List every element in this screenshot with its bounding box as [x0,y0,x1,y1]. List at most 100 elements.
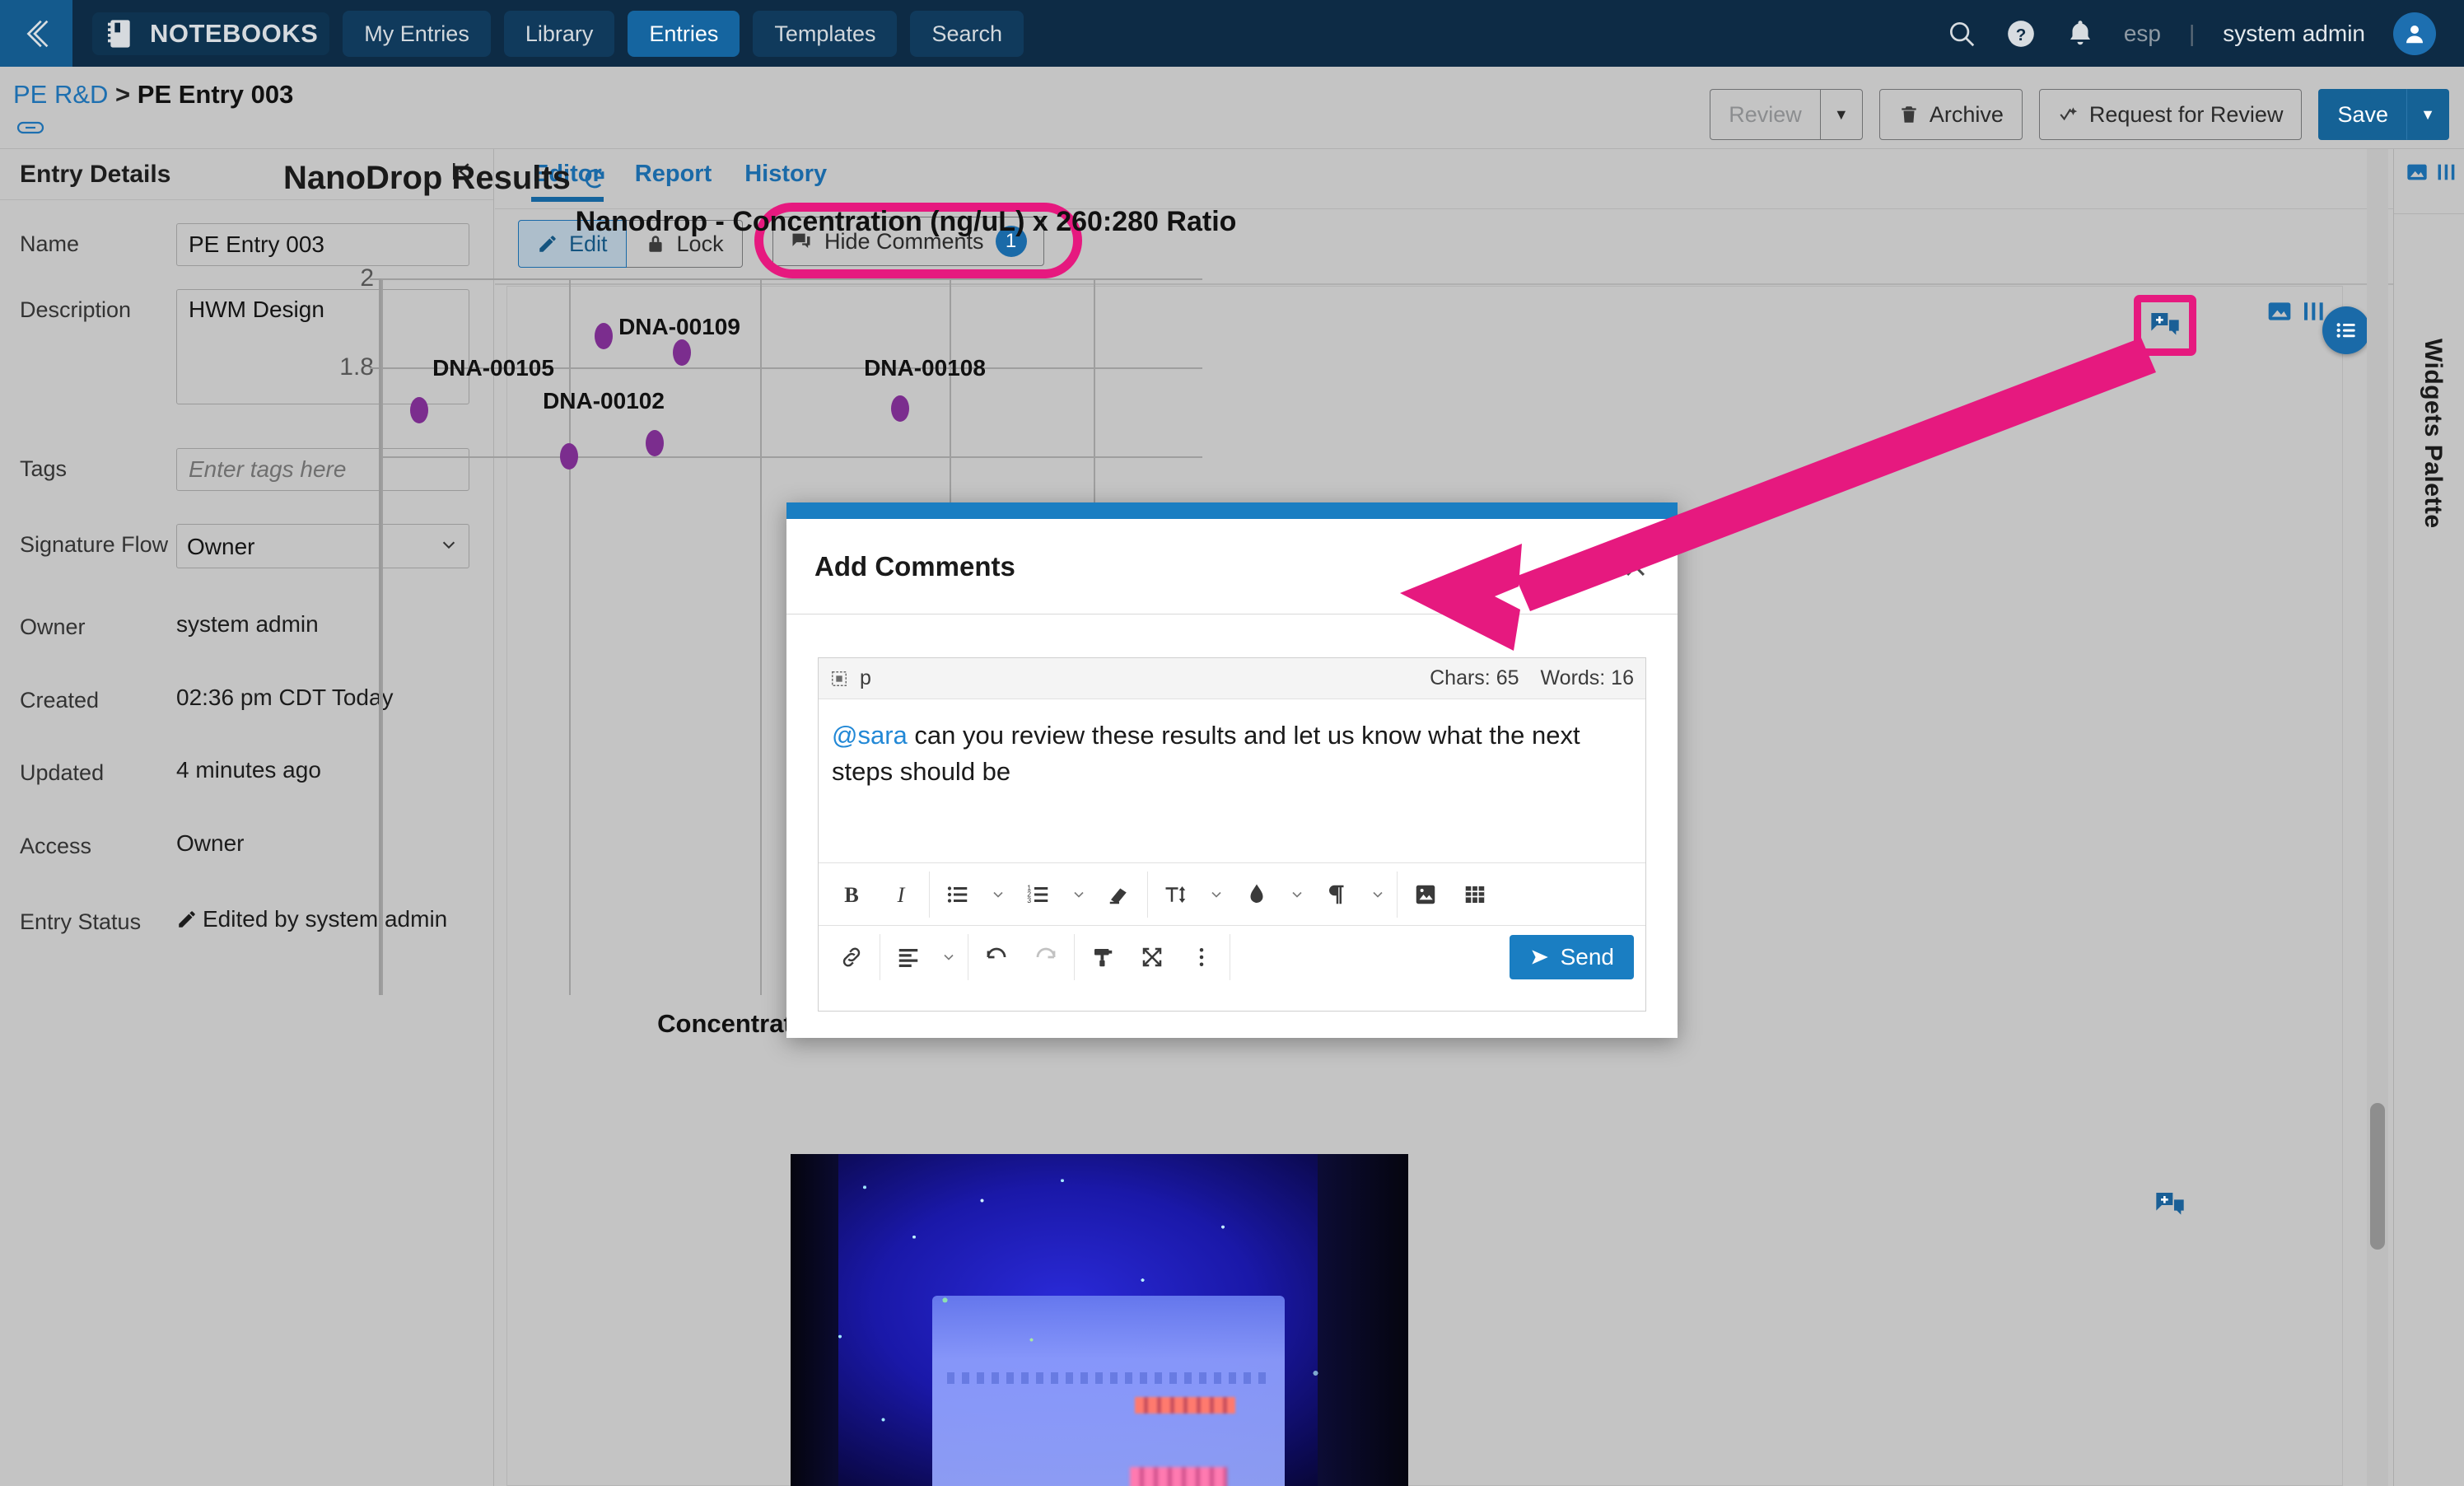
field-label-access: Access [20,833,92,858]
brand-title: NOTEBOOKS [150,18,319,48]
bullet-list-chevron-icon[interactable] [984,886,1012,903]
text-color-chevron-icon[interactable] [1283,886,1311,903]
italic-icon[interactable]: I [878,872,924,918]
widgets-palette-label[interactable]: Widgets Palette [2419,339,2447,529]
review-split-button[interactable]: Review ▼ [1710,89,1863,140]
expand-icon[interactable] [1570,554,1595,579]
editor-chars-count: Chars: 65 [1430,666,1519,689]
nav-my-entries[interactable]: My Entries [343,10,491,57]
breadcrumb-separator: > [115,80,131,109]
save-split-button[interactable]: Save ▼ [2318,89,2449,140]
gridline-vertical [569,278,571,995]
clear-format-icon[interactable] [1096,872,1142,918]
breadcrumb-parent-link[interactable]: PE R&D [13,80,108,109]
editor-words-count: Words: 16 [1540,666,1634,689]
tab-report[interactable]: Report [622,149,725,199]
y-tickmark [370,278,381,280]
bell-icon[interactable] [2065,18,2096,49]
align-chevron-icon[interactable] [935,949,963,965]
data-point[interactable] [891,395,909,422]
nav-library[interactable]: Library [503,10,615,57]
paragraph-icon[interactable] [1314,872,1360,918]
mention-token[interactable]: @sara [832,721,908,750]
image-icon[interactable] [2406,161,2429,184]
add-comments-dialog: Add Comments p Chars: 65 Words: 16 @sara… [786,502,1678,1038]
help-circle-icon[interactable]: ? [2005,18,2037,49]
svg-text:I: I [897,882,906,906]
redo-icon[interactable] [1023,934,1069,980]
font-size-icon[interactable] [1153,872,1199,918]
image-icon[interactable] [2266,298,2293,325]
chevron-down-icon: ▼ [1833,105,1849,123]
gridline-vertical [760,278,762,995]
close-icon[interactable] [1622,553,1650,581]
review-button[interactable]: Review [1710,89,1820,140]
link-icon[interactable] [828,934,875,980]
add-comment-icon[interactable] [2149,309,2182,346]
content-scrollbar[interactable] [2367,149,2388,1486]
comment-text-area[interactable]: @sara can you review these results and l… [819,699,1645,862]
insert-table-icon[interactable] [1452,872,1498,918]
format-painter-icon[interactable] [1080,934,1126,980]
gridline-horizontal [381,456,1202,458]
save-button[interactable]: Save [2318,89,2406,140]
data-point[interactable] [410,397,428,423]
numbered-list-chevron-icon[interactable] [1065,886,1093,903]
bullet-list-icon[interactable] [935,872,981,918]
bold-icon[interactable]: B [828,872,875,918]
link-icon[interactable] [16,118,44,142]
nanodrop-title-text: NanoDrop Results [283,160,571,196]
request-for-review-button[interactable]: Request for Review [2038,89,2303,140]
save-dropdown-caret[interactable]: ▼ [2406,89,2449,140]
paragraph-chevron-icon[interactable] [1364,886,1392,903]
fullscreen-icon[interactable] [1129,934,1175,980]
data-point[interactable] [595,323,613,349]
comment-body-text: can you review these results and let us … [832,721,1580,787]
editor-toolbar-row-1: B I 1 2 3 [819,862,1645,925]
chevron-down-icon: ▼ [2420,105,2435,123]
font-size-chevron-icon[interactable] [1202,886,1230,903]
field-label-created: Created [20,687,100,713]
widget-options-fab[interactable] [2322,306,2370,354]
add-comment-icon[interactable] [2154,1189,2186,1226]
avatar[interactable] [2393,12,2436,55]
user-name-label[interactable]: system admin [2223,21,2365,47]
tab-history[interactable]: History [731,149,840,199]
gridline-horizontal [381,278,1202,280]
language-selector[interactable]: esp [2124,21,2161,47]
field-label-updated: Updated [20,760,105,786]
align-icon[interactable] [885,934,931,980]
refresh-icon[interactable] [582,166,607,191]
search-icon[interactable] [1946,18,1977,49]
field-label-entry-status: Entry Status [20,909,142,935]
sidebar-collapse-toggle[interactable] [0,0,72,67]
data-point[interactable] [646,430,664,456]
breadcrumb-current: PE Entry 003 [137,80,294,109]
user-avatar-icon [2406,25,2423,43]
archive-button[interactable]: Archive [1878,89,2023,140]
text-color-icon[interactable] [1234,872,1280,918]
nav-templates[interactable]: Templates [753,10,898,57]
data-point[interactable] [560,443,578,470]
element-path-icon [830,670,848,688]
scrollbar-thumb[interactable] [2370,1103,2385,1250]
archive-label: Archive [1929,101,2004,127]
insert-image-icon[interactable] [1402,872,1449,918]
data-point[interactable] [673,339,691,366]
widgets-palette-rail: Widgets Palette [2393,149,2464,1486]
dialog-drag-handle[interactable] [786,502,1678,519]
nav-search[interactable]: Search [910,10,1024,57]
breadcrumb: PE R&D > PE Entry 003 [13,80,293,110]
y-tick-label: 1.8 [339,353,374,381]
nav-entries[interactable]: Entries [628,10,740,57]
list-icon[interactable] [2435,161,2458,184]
numbered-list-icon[interactable]: 1 2 3 [1015,872,1062,918]
review-dropdown-caret[interactable]: ▼ [1819,89,1863,140]
more-options-icon[interactable] [1178,934,1225,980]
send-icon [1531,949,1548,965]
undo-icon[interactable] [973,934,1020,980]
brand-logo[interactable]: NOTEBOOKS [92,12,330,55]
pencil-icon [179,911,195,928]
send-comment-button[interactable]: Send [1509,934,1634,979]
svg-text:3: 3 [1027,896,1031,904]
